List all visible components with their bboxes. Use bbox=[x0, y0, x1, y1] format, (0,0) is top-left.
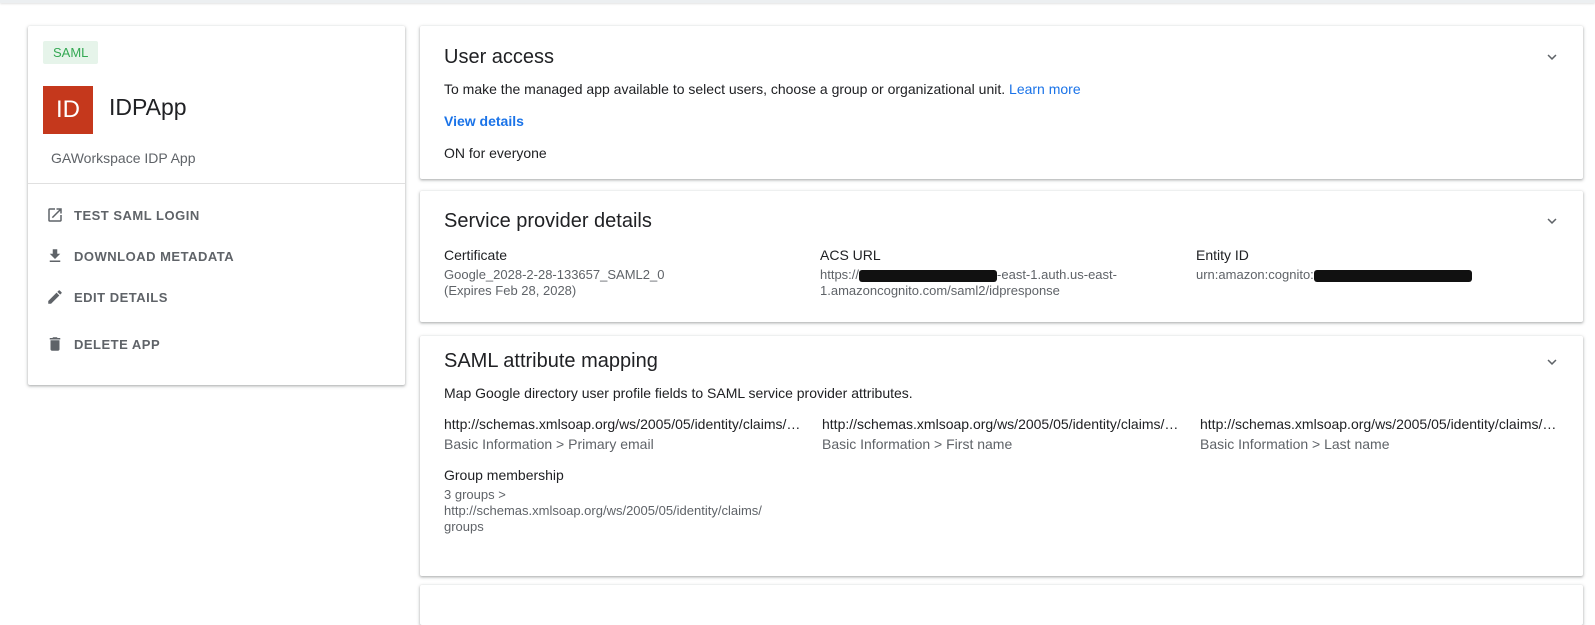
action-label: DELETE APP bbox=[74, 336, 161, 352]
divider bbox=[28, 183, 405, 184]
mapping-attribute: http://schemas.xmlsoap.org/ws/2005/05/id… bbox=[822, 416, 1184, 432]
mapping-attribute: http://schemas.xmlsoap.org/ws/2005/05/id… bbox=[444, 416, 806, 432]
chevron-down-icon[interactable] bbox=[1543, 212, 1561, 230]
acs-url-label: ACS URL bbox=[820, 247, 881, 263]
entity-id-value: urn:amazon:cognito: bbox=[1196, 267, 1472, 283]
service-provider-card[interactable]: Service provider details Certificate Goo… bbox=[420, 191, 1583, 322]
mapping-source: Basic Information > Primary email bbox=[444, 436, 654, 452]
group-membership-value: groups bbox=[444, 519, 484, 534]
acs-url-prefix: https:// bbox=[820, 267, 860, 282]
next-section-card bbox=[420, 585, 1583, 625]
redacted-block bbox=[859, 269, 998, 282]
user-access-card[interactable]: User access To make the managed app avai… bbox=[420, 26, 1583, 179]
saml-attribute-mapping-card[interactable]: SAML attribute mapping Map Google direct… bbox=[420, 336, 1583, 576]
entity-id-prefix: urn:amazon:cognito: bbox=[1196, 267, 1314, 282]
delete-app-button[interactable]: DELETE APP bbox=[46, 335, 160, 353]
acs-url-suffix: -east-1.auth.us-east- bbox=[997, 267, 1117, 282]
app-summary-card: SAML ID IDPApp GAWorkspace IDP App TEST … bbox=[28, 26, 405, 385]
action-label: TEST SAML LOGIN bbox=[74, 207, 200, 223]
card-title: Service provider details bbox=[444, 210, 652, 232]
chevron-down-icon[interactable] bbox=[1543, 353, 1561, 371]
description-text: To make the managed app available to sel… bbox=[444, 81, 1006, 97]
saml-badge: SAML bbox=[43, 41, 99, 64]
app-description: GAWorkspace IDP App bbox=[51, 150, 196, 166]
action-label: DOWNLOAD METADATA bbox=[74, 248, 235, 264]
group-membership-value: http://schemas.xmlsoap.org/ws/2005/05/id… bbox=[444, 503, 762, 518]
mapping-source: Basic Information > Last name bbox=[1200, 436, 1390, 452]
certificate-label: Certificate bbox=[444, 247, 508, 263]
group-membership-label: Group membership bbox=[444, 467, 564, 483]
view-details-link[interactable]: View details bbox=[444, 113, 524, 129]
action-label: EDIT DETAILS bbox=[74, 289, 168, 305]
download-metadata-button[interactable]: DOWNLOAD METADATA bbox=[46, 247, 234, 265]
card-title: SAML attribute mapping bbox=[444, 350, 658, 372]
chevron-down-icon[interactable] bbox=[1543, 48, 1561, 66]
mapping-description: Map Google directory user profile fields… bbox=[444, 385, 913, 401]
edit-details-button[interactable]: EDIT DETAILS bbox=[46, 288, 168, 306]
learn-more-link[interactable]: Learn more bbox=[1009, 81, 1081, 97]
edit-pencil-icon bbox=[46, 288, 64, 306]
certificate-value: Google_2028-2-28-133657_SAML2_0 bbox=[444, 267, 665, 282]
trash-icon bbox=[46, 335, 64, 353]
open-in-new-icon bbox=[46, 206, 64, 224]
access-status: ON for everyone bbox=[444, 145, 547, 161]
mapping-source: Basic Information > First name bbox=[822, 436, 1013, 452]
app-logo: ID bbox=[43, 86, 93, 134]
user-access-description: To make the managed app available to sel… bbox=[444, 81, 1081, 97]
certificate-expiry: (Expires Feb 28, 2028) bbox=[444, 283, 577, 298]
acs-url-value-line2: 1.amazoncognito.com/saml2/idpresponse bbox=[820, 283, 1060, 298]
acs-url-value: https:// -east-1.auth.us-east- bbox=[820, 267, 1117, 283]
group-membership-value: 3 groups > bbox=[444, 487, 506, 502]
redacted-block bbox=[1313, 269, 1472, 282]
mapping-attribute: http://schemas.xmlsoap.org/ws/2005/05/id… bbox=[1200, 416, 1562, 432]
test-saml-login-button[interactable]: TEST SAML LOGIN bbox=[46, 206, 200, 224]
top-bar-edge bbox=[0, 0, 1595, 3]
download-icon bbox=[46, 247, 64, 265]
app-name: IDPApp bbox=[109, 94, 187, 120]
card-title: User access bbox=[444, 46, 555, 68]
entity-id-label: Entity ID bbox=[1196, 247, 1249, 263]
